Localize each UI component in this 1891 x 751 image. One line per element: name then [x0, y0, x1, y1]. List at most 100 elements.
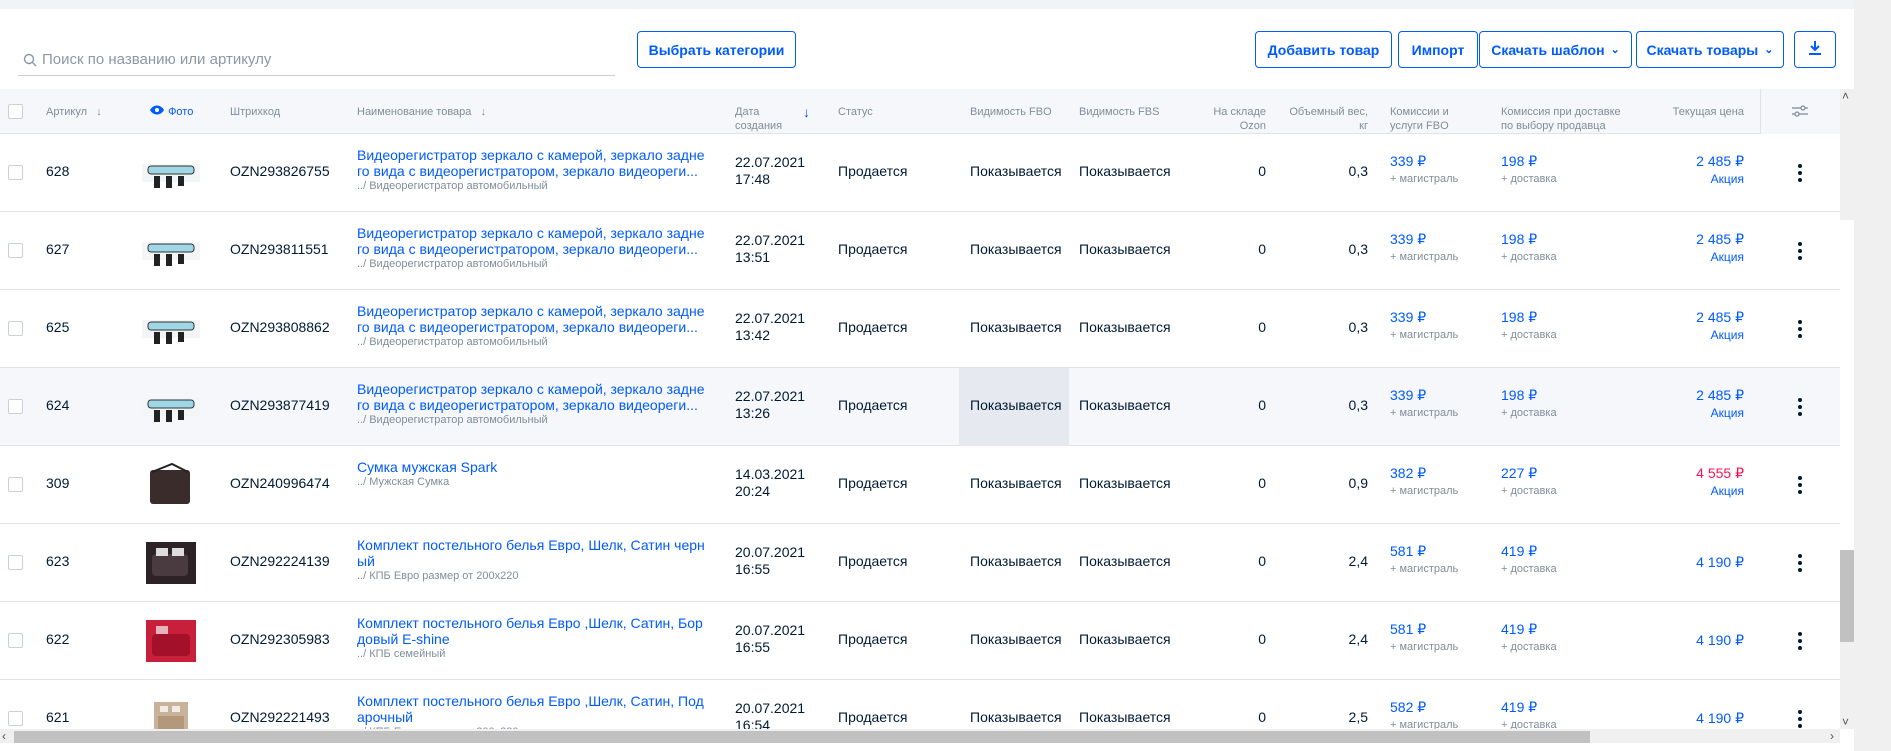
import-button[interactable]: Импорт	[1398, 31, 1478, 68]
product-photo[interactable]	[142, 696, 200, 729]
commission-delivery[interactable]: 198 ₽ + доставка	[1501, 230, 1557, 266]
commission-delivery[interactable]: 419 ₽ + доставка	[1501, 698, 1557, 729]
current-price[interactable]: 4 190 ₽	[1620, 631, 1744, 649]
current-price[interactable]: 2 485 ₽ Акция	[1620, 308, 1744, 344]
product-title-link[interactable]: Видеорегистратор зеркало с камерой, зерк…	[357, 147, 719, 179]
export-button[interactable]	[1794, 31, 1836, 68]
fbo-visibility: Показывается	[970, 475, 1062, 491]
search-field[interactable]	[18, 44, 615, 76]
product-photo[interactable]	[142, 384, 200, 430]
search-input[interactable]	[42, 51, 615, 68]
commission-delivery[interactable]: 419 ₽ + доставка	[1501, 542, 1557, 578]
commission-fbo[interactable]: 339 ₽ + магистраль	[1390, 308, 1458, 344]
column-article[interactable]: Артикул ↓	[46, 105, 102, 119]
page-scroll-thumb[interactable]	[1840, 550, 1854, 642]
column-settings[interactable]	[1760, 89, 1840, 134]
row-checkbox[interactable]	[8, 711, 23, 726]
commission-fbo-sub: + магистраль	[1390, 407, 1459, 419]
commission-delivery[interactable]: 227 ₽ + доставка	[1501, 464, 1557, 500]
more-actions-icon[interactable]	[1798, 320, 1802, 338]
table-header: Артикул ↓ Фото Штрихкод Наименование тов…	[0, 89, 1840, 134]
sort-active-arrow-icon[interactable]: ↓	[803, 105, 810, 119]
commission-delivery[interactable]: 419 ₽ + доставка	[1501, 620, 1557, 656]
more-actions-icon[interactable]	[1798, 554, 1802, 572]
product-photo[interactable]	[142, 150, 200, 196]
current-price[interactable]: 4 555 ₽ Акция	[1620, 464, 1744, 500]
horizontal-scroll-thumb[interactable]	[14, 731, 1590, 743]
fbo-visibility: Показывается	[970, 709, 1062, 725]
commission-delivery[interactable]: 198 ₽ + доставка	[1501, 308, 1557, 344]
product-title-link[interactable]: Комплект постельного белья Евро ,Шелк, С…	[357, 693, 719, 725]
commission-fbo[interactable]: 581 ₽ + магистраль	[1390, 620, 1458, 656]
row-checkbox[interactable]	[8, 165, 23, 180]
more-actions-icon[interactable]	[1798, 476, 1802, 494]
product-photo[interactable]	[142, 306, 200, 352]
row-checkbox[interactable]	[8, 243, 23, 258]
row-checkbox[interactable]	[8, 321, 23, 336]
download-products-button[interactable]: Скачать товары ⌄	[1636, 31, 1784, 68]
scroll-up-arrow-icon[interactable]: ˄	[1842, 89, 1849, 103]
more-actions-icon[interactable]	[1798, 632, 1802, 650]
download-template-button[interactable]: Скачать шаблон ⌄	[1479, 31, 1632, 68]
more-actions-icon[interactable]	[1798, 164, 1802, 182]
product-title-line-2: го вида с видеорегистратором, зеркало ви…	[357, 163, 698, 179]
created-date: 20.07.2021 16:55	[735, 544, 805, 578]
scroll-right-arrow-icon[interactable]: ›	[1830, 729, 1834, 743]
row-checkbox[interactable]	[8, 555, 23, 570]
column-commission-label-2: услуги FBO	[1390, 120, 1449, 132]
current-price[interactable]: 2 485 ₽ Акция	[1620, 230, 1744, 266]
promo-label: Акция	[1710, 484, 1744, 498]
fbo-visibility: Показывается	[970, 397, 1062, 413]
column-stock-label-1: На складе	[1213, 106, 1266, 118]
table-row[interactable]: 622 OZN292305983 Комплект постельного бель…	[0, 602, 1840, 680]
product-title-link[interactable]: Комплект постельного белья Евро ,Шелк, С…	[357, 615, 719, 647]
table-row[interactable]: 624 OZN293877419 Видеорегистратор зеркало …	[0, 368, 1840, 446]
more-actions-icon[interactable]	[1798, 710, 1802, 728]
product-title-link[interactable]: Видеорегистратор зеркало с камерой, зерк…	[357, 225, 719, 257]
commission-fbo[interactable]: 339 ₽ + магистраль	[1390, 152, 1458, 188]
page-scrollbar[interactable]	[1854, 0, 1891, 751]
commission-delivery[interactable]: 198 ₽ + доставка	[1501, 152, 1557, 188]
add-product-button[interactable]: Добавить товар	[1255, 31, 1392, 68]
status: Продается	[838, 163, 908, 179]
commission-fbo[interactable]: 382 ₽ + магистраль	[1390, 464, 1458, 500]
table-row[interactable]: 627 OZN293811551 Видеорегистратор зеркало …	[0, 212, 1840, 290]
product-title-link[interactable]: Сумка мужская Spark	[357, 459, 719, 475]
product-photo[interactable]	[142, 462, 200, 508]
table-row[interactable]: 628 OZN293826755 Видеорегистратор зеркало …	[0, 134, 1840, 212]
product-photo[interactable]	[142, 228, 200, 274]
commission-fbo[interactable]: 339 ₽ + магистраль	[1390, 230, 1458, 266]
select-all-checkbox[interactable]	[8, 104, 23, 119]
table-row[interactable]: 621 OZN292221493 Комплект постельного бель…	[0, 680, 1840, 729]
commission-fbo[interactable]: 339 ₽ + магистраль	[1390, 386, 1458, 422]
commission-delivery-value: 227 ₽	[1501, 465, 1538, 481]
commission-fbo[interactable]: 582 ₽ + магистраль	[1390, 698, 1458, 729]
current-price[interactable]: 4 190 ₽	[1620, 553, 1744, 571]
product-photo[interactable]	[142, 618, 200, 664]
current-price[interactable]: 4 190 ₽	[1620, 709, 1744, 727]
row-checkbox[interactable]	[8, 633, 23, 648]
column-name[interactable]: Наименование товара ↓	[357, 105, 486, 119]
product-title-link[interactable]: Видеорегистратор зеркало с камерой, зерк…	[357, 381, 719, 413]
scroll-left-arrow-icon[interactable]: ‹	[2, 729, 6, 743]
table-row[interactable]: 623 OZN292224139 Комплект постельного бель…	[0, 524, 1840, 602]
product-title-link[interactable]: Видеорегистратор зеркало с камерой, зерк…	[357, 303, 719, 335]
column-photo[interactable]: Фото	[149, 105, 193, 119]
row-checkbox[interactable]	[8, 399, 23, 414]
product-title-link[interactable]: Комплект постельного белья Евро, Шелк, С…	[357, 537, 719, 569]
choose-categories-button[interactable]: Выбрать категории	[637, 31, 796, 68]
table-row[interactable]: 625 OZN293808862 Видеорегистратор зеркало …	[0, 290, 1840, 368]
product-photo[interactable]	[142, 540, 200, 586]
product-title-cell: Видеорегистратор зеркало с камерой, зерк…	[357, 225, 719, 271]
scroll-down-arrow-icon[interactable]: ˅	[1842, 715, 1849, 729]
product-category: ../ КПБ Евро размер от 200x220	[357, 570, 519, 582]
table-row[interactable]: 309 OZN240996474 Сумка мужская Spark ../ Му…	[0, 446, 1840, 524]
commission-delivery[interactable]: 198 ₽ + доставка	[1501, 386, 1557, 422]
more-actions-icon[interactable]	[1798, 242, 1802, 260]
commission-fbo[interactable]: 581 ₽ + магистраль	[1390, 542, 1458, 578]
column-created[interactable]: Дата создания	[735, 105, 782, 133]
more-actions-icon[interactable]	[1798, 398, 1802, 416]
current-price[interactable]: 2 485 ₽ Акция	[1620, 152, 1744, 188]
current-price[interactable]: 2 485 ₽ Акция	[1620, 386, 1744, 422]
row-checkbox[interactable]	[8, 477, 23, 492]
